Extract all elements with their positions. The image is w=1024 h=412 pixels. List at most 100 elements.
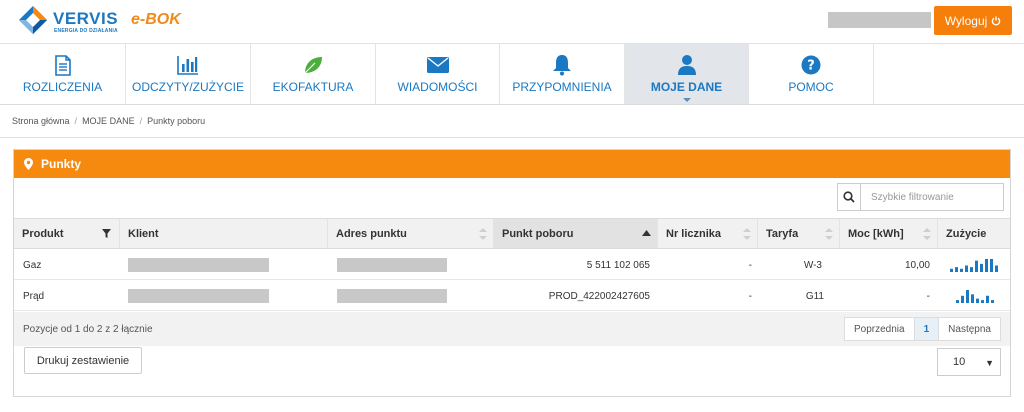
leaf-icon [301,54,325,76]
cell-nr-licznika: - [748,259,752,271]
power-icon [992,16,1001,25]
sparkline-bar [950,268,953,272]
bar-chart-icon [176,54,200,76]
top-bar: VERVIS ENERGIA DO DZIAŁANIA e-BOK Wylogu… [0,0,1024,44]
column-header-klient[interactable]: Klient [120,219,328,248]
column-label: Adres punktu [336,227,407,240]
search-input[interactable] [861,184,1003,210]
active-caret-icon [682,98,691,102]
table-row[interactable]: Prąd PROD_422002427605 - G11 - [14,281,1010,311]
column-label: Klient [128,227,159,240]
sparkline-bar [986,295,989,303]
column-label: Punkt poboru [502,227,574,240]
sparkline-bar [985,259,988,272]
cell-nr-licznika: - [748,290,752,302]
column-header-zuzycie[interactable]: Zużycie [938,219,1010,248]
nav-label: EKOFAKTURA [272,80,354,94]
table-row[interactable]: Gaz 5 511 102 065 - W-3 10,00 [14,250,1010,280]
column-header-produkt[interactable]: Produkt [14,219,120,248]
column-header-punkt-poboru[interactable]: Punkt poboru [494,219,658,248]
chevron-down-icon: ▼ [985,358,994,368]
next-page-button[interactable]: Następna [939,318,1000,340]
nav-label: ROZLICZENIA [22,80,103,94]
nav-item-wiadomosci[interactable]: WIADOMOŚCI [376,44,500,104]
nav-label: POMOC [788,80,834,94]
redacted-block [337,289,447,303]
redacted-block [337,258,447,272]
sort-icon [479,228,487,240]
breadcrumb-home[interactable]: Strona główna [12,116,70,126]
logout-button[interactable]: Wyloguj [934,6,1012,35]
position-info: Pozycje od 1 do 2 z 2 łącznie [23,324,153,335]
sparkline-bar [971,294,974,303]
redacted-block [128,289,269,303]
nav-item-przypomnienia[interactable]: PRZYPOMNIENIA [500,44,625,104]
sparkline-bar [970,267,973,272]
column-label: Moc [kWh] [848,227,904,240]
search-button[interactable] [838,184,861,210]
search-icon [843,191,855,203]
sort-icon [923,228,931,240]
points-panel: Punkty Produkt Klient Adres punktu Punkt… [13,149,1011,397]
breadcrumb-separator: / [139,116,143,126]
cell-zuzycie [950,250,1000,280]
cell-punkt-poboru: PROD_422002427605 [548,290,650,302]
nav-item-moje-dane[interactable]: MOJE DANE [625,44,749,104]
sparkline-bar [960,268,963,272]
page-size-select[interactable]: 10 ▼ [937,348,1001,376]
nav-item-rozliczenia[interactable]: ROZLICZENIA [0,44,126,104]
nav-label: ODCZYTY/ZUŻYCIE [131,80,244,94]
breadcrumb-separator: / [74,116,78,126]
column-header-moc[interactable]: Moc [kWh] [840,219,938,248]
cell-adres [337,281,447,311]
breadcrumb: Strona główna / MOJE DANE / Punkty pobor… [12,116,205,126]
vervis-logo-icon[interactable] [18,5,48,35]
logout-label: Wyloguj [944,13,988,28]
divider [0,137,1024,138]
prev-page-button[interactable]: Poprzednia [845,318,915,340]
column-header-adres[interactable]: Adres punktu [328,219,494,248]
nav-item-pomoc[interactable]: ? POMOC [749,44,874,104]
nav-item-odczyty[interactable]: ODCZYTY/ZUŻYCIE [126,44,251,104]
redacted-block [128,258,269,272]
sparkline-bar [976,298,979,303]
sparkline-bar [956,300,959,303]
svg-text:?: ? [807,59,815,74]
table-footer: Pozycje od 1 do 2 z 2 łącznie Poprzednia… [14,312,1010,346]
filter-icon[interactable] [102,229,111,238]
cell-klient [128,250,269,280]
user-name-redacted [828,12,931,28]
print-summary-button[interactable]: Drukuj zestawienie [24,347,142,374]
column-header-nr-licznika[interactable]: Nr licznika [658,219,758,248]
question-icon: ? [799,54,823,76]
sparkline-bar [966,290,969,303]
usage-sparkline[interactable] [956,289,996,303]
cell-taryfa: G11 [805,290,824,302]
column-header-taryfa[interactable]: Taryfa [758,219,840,248]
panel-header: Punkty [14,150,1010,178]
cell-produkt: Gaz [23,259,42,271]
bell-icon [550,54,574,76]
sparkline-bar [961,295,964,303]
main-nav: ROZLICZENIA ODCZYTY/ZUŻYCIE EKOFAKTURA W… [0,44,1024,105]
sparkline-bar [991,300,994,303]
column-label: Taryfa [766,227,799,240]
cell-punkt-poboru: 5 511 102 065 [586,259,650,271]
sparkline-bar [995,265,998,272]
nav-label: PRZYPOMNIENIA [512,80,612,94]
nav-item-ekofaktura[interactable]: EKOFAKTURA [251,44,376,104]
page-size-value: 10 [953,356,966,368]
pagination: Poprzednia 1 Następna [844,317,1001,341]
cell-moc: - [926,290,930,302]
envelope-icon [426,54,450,76]
page-1-button[interactable]: 1 [914,318,940,340]
sparkline-bar [965,265,968,272]
sort-asc-icon [642,230,651,236]
document-icon [51,54,75,76]
cell-zuzycie [956,281,996,311]
usage-sparkline[interactable] [950,258,1000,272]
column-label: Nr licznika [666,227,722,240]
cell-taryfa: W-3 [803,259,822,271]
cell-produkt: Prąd [23,290,45,302]
breadcrumb-moje-dane[interactable]: MOJE DANE [82,116,135,126]
